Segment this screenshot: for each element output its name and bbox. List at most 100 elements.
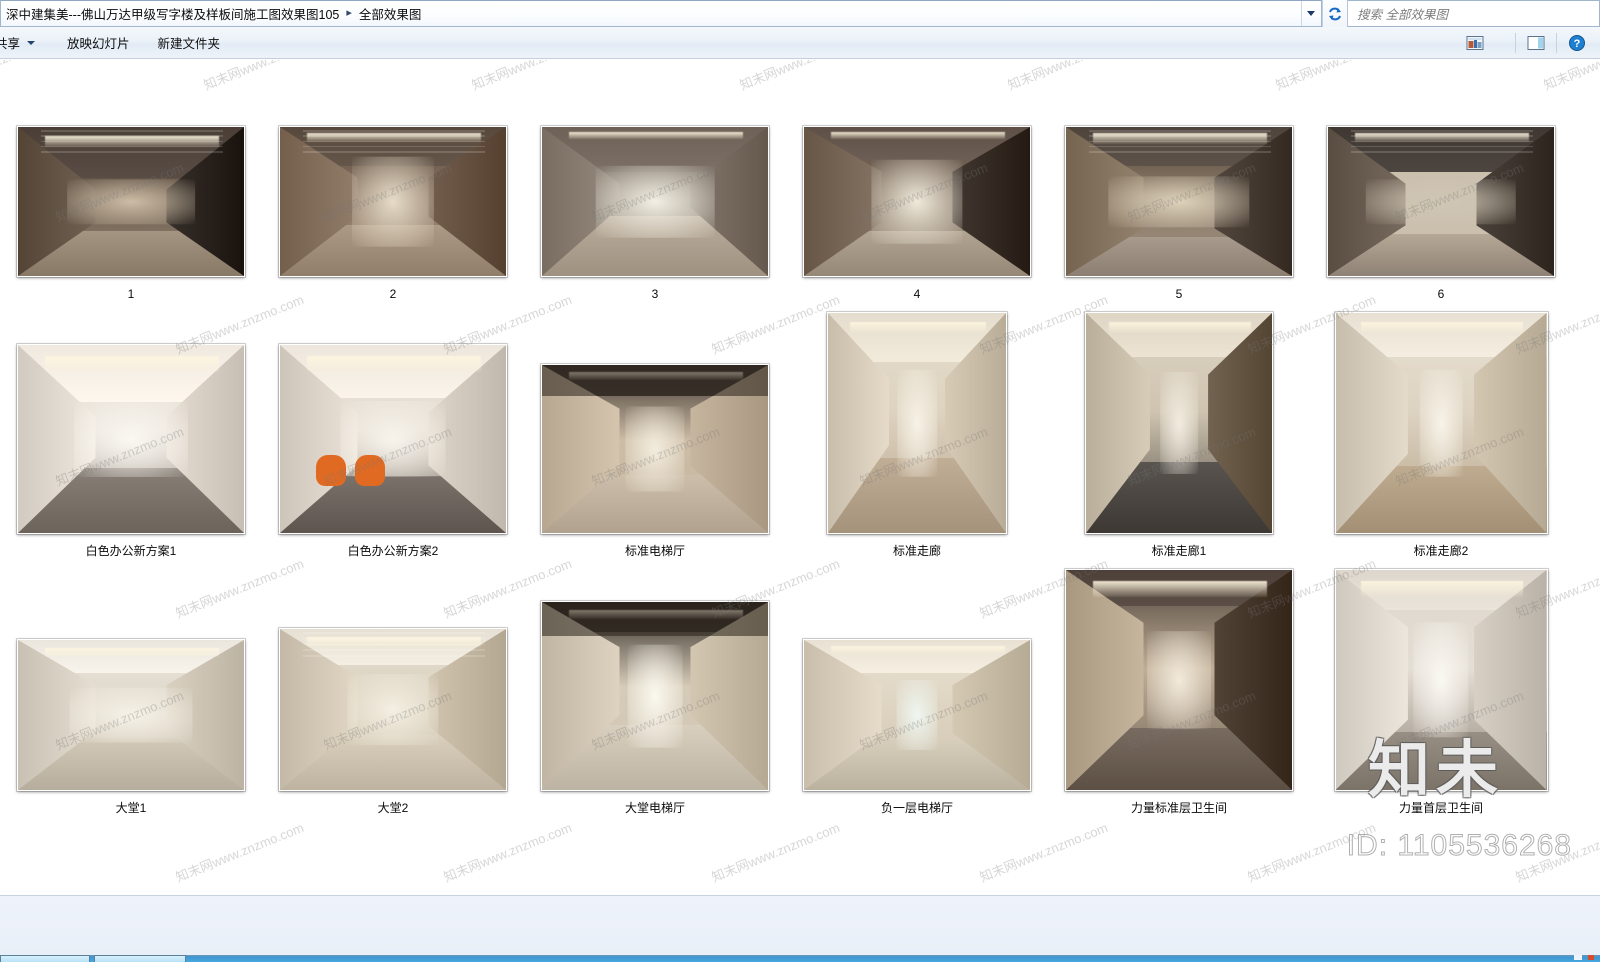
toolbar-right-group: ? <box>1462 31 1600 55</box>
breadcrumb-leaf[interactable]: 全部效果图 <box>359 4 422 23</box>
thumbnail-image[interactable] <box>1085 312 1273 534</box>
thumbnail-image[interactable] <box>827 312 1007 534</box>
thumbnail-item[interactable]: 5 <box>1048 72 1310 329</box>
thumbnail-image[interactable] <box>17 126 245 277</box>
thumbnail-item[interactable]: 白色办公新方案1 <box>0 329 262 586</box>
thumbnail-image[interactable] <box>17 639 245 791</box>
taskbar-button-1[interactable] <box>0 955 90 962</box>
thumbnail-item[interactable]: 标准走廊2 <box>1310 312 1572 586</box>
thumbnail-item[interactable]: 白色办公新方案2 <box>262 329 524 586</box>
tray-icon[interactable] <box>1574 955 1582 960</box>
thumbnail-frame <box>827 312 1007 534</box>
thumbnail-image[interactable] <box>1334 569 1548 791</box>
thumbnail-row <box>0 843 1600 895</box>
thumbnail-image[interactable] <box>17 344 245 534</box>
status-bar <box>0 895 1600 955</box>
slideshow-label: 放映幻灯片 <box>67 37 130 51</box>
change-view-dropdown[interactable] <box>1490 31 1508 55</box>
share-button[interactable]: 共享 <box>0 29 44 56</box>
thumbnail-item[interactable] <box>524 843 786 895</box>
thumbnail-frame <box>1334 312 1548 534</box>
thumbnail-image[interactable] <box>541 364 769 534</box>
thumbnail-frame <box>279 586 507 791</box>
refresh-icon <box>1329 7 1341 20</box>
thumbnail-frame <box>17 586 245 791</box>
slideshow-button[interactable]: 放映幻灯片 <box>58 29 139 56</box>
toolbar-divider-2 <box>1556 32 1557 53</box>
thumbnail-image[interactable] <box>279 628 507 791</box>
thumbnail-item[interactable] <box>0 843 262 895</box>
thumbnail-image[interactable] <box>279 126 507 277</box>
thumbnail-item[interactable]: 3 <box>524 72 786 329</box>
thumbnail-frame <box>803 586 1031 791</box>
thumbnail-frame <box>1065 843 1293 895</box>
thumbnail-label: 标准电梯厅 <box>624 544 685 558</box>
thumbnail-frame <box>279 72 507 277</box>
thumbnail-label: 标准走廊 <box>892 544 941 558</box>
thumbnail-item[interactable]: 4 <box>786 72 1048 329</box>
thumbnail-item[interactable]: 力量标准层卫生间 <box>1048 569 1310 843</box>
thumbnail-item[interactable] <box>786 843 1048 895</box>
thumbnail-image[interactable] <box>1327 126 1555 277</box>
thumbnail-item[interactable]: 6 <box>1310 72 1572 329</box>
thumbnail-item[interactable]: 2 <box>262 72 524 329</box>
thumbnail-image[interactable] <box>1334 312 1548 534</box>
thumbnail-frame <box>803 72 1031 277</box>
thumbnail-label: 6 <box>1437 287 1445 301</box>
thumbnail-frame <box>541 329 769 534</box>
thumbnail-image[interactable] <box>541 601 769 791</box>
thumbnail-label: 白色办公新方案1 <box>85 544 177 558</box>
search-input[interactable]: 搜索 全部效果图 <box>1348 0 1600 27</box>
new-folder-label: 新建文件夹 <box>157 37 221 51</box>
address-dropdown-button[interactable] <box>1301 1 1319 26</box>
help-button[interactable]: ? <box>1564 31 1590 55</box>
thumbnail-item[interactable] <box>1048 843 1310 895</box>
thumbnail-frame <box>279 843 507 895</box>
thumbnail-frame <box>17 843 245 895</box>
thumbnail-item[interactable]: 标准走廊1 <box>1048 312 1310 586</box>
thumbnail-label: 负一层电梯厅 <box>880 801 953 815</box>
thumbnail-frame <box>1327 843 1555 895</box>
thumbnail-item[interactable]: 大堂电梯厅 <box>524 586 786 843</box>
thumbnail-row: 大堂1 大堂2 大堂电梯厅 负一层电梯厅 力量标准层卫生间 力量首层卫生间 <box>0 569 1600 843</box>
thumbnail-frame <box>1065 569 1293 791</box>
refresh-button[interactable] <box>1322 0 1348 27</box>
thumbnail-image[interactable] <box>1065 569 1293 791</box>
thumbnail-item[interactable]: 负一层电梯厅 <box>786 586 1048 843</box>
thumbnail-frame <box>17 329 245 534</box>
views-icon <box>1466 35 1484 50</box>
thumbnail-label: 1 <box>127 287 135 301</box>
thumbnail-item[interactable]: 标准电梯厅 <box>524 329 786 586</box>
thumbnail-item[interactable]: 标准走廊 <box>786 312 1048 586</box>
thumbnail-image[interactable] <box>279 344 507 534</box>
thumbnail-item[interactable]: 1 <box>0 72 262 329</box>
thumbnail-label: 4 <box>913 287 921 301</box>
file-list-view[interactable]: 1 2 3 4 5 6 白色办公新方案1 白色办公新方案2 标准电梯厅 标准走廊 标准走廊1 标准走廊… <box>0 60 1600 895</box>
breadcrumb-root[interactable]: 深中建集美---佛山万达甲级写字楼及样板间施工图效果图105 <box>6 4 339 23</box>
thumbnail-frame <box>1085 312 1273 534</box>
thumbnail-label: 标准走廊2 <box>1413 544 1469 558</box>
command-toolbar: 共享 放映幻灯片 新建文件夹 ? <box>0 27 1600 59</box>
thumbnail-label: 力量标准层卫生间 <box>1130 801 1227 815</box>
thumbnail-item[interactable]: 大堂2 <box>262 586 524 843</box>
thumbnail-item[interactable]: 力量首层卫生间 <box>1310 569 1572 843</box>
chevron-down-icon <box>27 40 36 45</box>
change-view-button[interactable] <box>1462 31 1488 55</box>
thumbnail-row: 1 2 3 4 5 6 <box>0 72 1600 329</box>
taskbar-button-2[interactable] <box>94 955 186 962</box>
thumbnail-item[interactable]: 大堂1 <box>0 586 262 843</box>
thumbnail-item[interactable] <box>262 843 524 895</box>
thumbnail-frame <box>541 586 769 791</box>
new-folder-button[interactable]: 新建文件夹 <box>149 29 230 56</box>
tray-alert-icon[interactable] <box>1588 955 1594 960</box>
thumbnail-label: 5 <box>1175 287 1183 301</box>
thumbnail-image[interactable] <box>1065 126 1293 277</box>
thumbnail-image[interactable] <box>803 639 1031 791</box>
thumbnail-item[interactable] <box>1310 843 1572 895</box>
taskbar <box>0 955 1600 962</box>
thumbnail-image[interactable] <box>541 126 769 277</box>
thumbnail-image[interactable] <box>803 126 1031 277</box>
preview-pane-button[interactable] <box>1523 31 1549 55</box>
svg-text:?: ? <box>1574 38 1581 50</box>
breadcrumb[interactable]: 深中建集美---佛山万达甲级写字楼及样板间施工图效果图105 ▸ 全部效果图 <box>0 0 1322 27</box>
